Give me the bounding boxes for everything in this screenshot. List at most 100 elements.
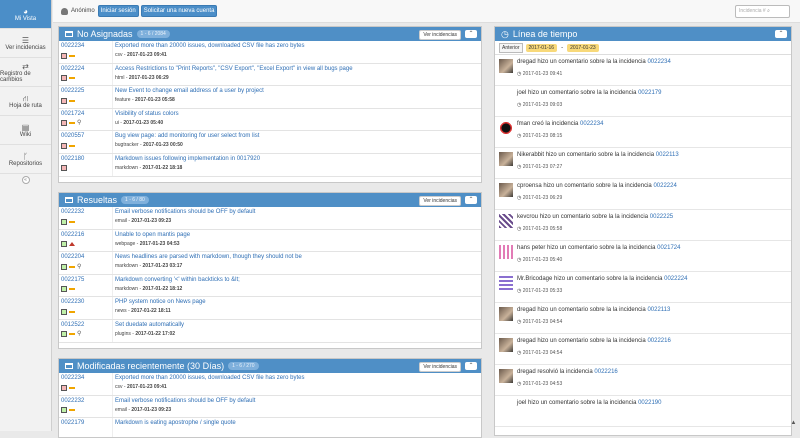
- search-icon: ⌕: [767, 8, 770, 14]
- timeline-nav: Anterior 2017-01-16 - 2017-01-23: [495, 41, 791, 55]
- issue-id-link[interactable]: 0022232: [61, 209, 112, 216]
- timeline-issue-link[interactable]: 0022234: [580, 121, 603, 127]
- issue-summary-link[interactable]: News headlines are parsed with markdown,…: [115, 254, 481, 261]
- issue-cell: 0022204⚲: [59, 252, 113, 274]
- issue-cell: 0022225: [59, 86, 113, 108]
- view-issues-button[interactable]: Ver incidencias: [419, 362, 461, 372]
- timeline-header: ◷ Línea de tiempo ⌃: [495, 27, 791, 41]
- issue-id-link[interactable]: 0022204: [61, 254, 112, 261]
- issue-summary-link[interactable]: Exported more than 20000 issues, downloa…: [115, 43, 481, 50]
- issue-id-link[interactable]: 0022175: [61, 277, 112, 284]
- issue-summary-link[interactable]: Markdown is eating apostrophe / single q…: [115, 420, 481, 427]
- priority-icon: [69, 77, 75, 79]
- timeline-text: cproensa hizo un comentario sobre la la …: [517, 183, 677, 190]
- status-icon: [61, 241, 67, 247]
- issue-meta: feature - 2017-01-23 05:58: [115, 97, 481, 103]
- issue-icons: [61, 384, 112, 391]
- sidebar-item-repositorios[interactable]: ᚴRepositorios: [0, 145, 51, 174]
- list-icon: [65, 363, 73, 369]
- sidebar-item-mi-vista[interactable]: ◕Mi Vista: [0, 0, 51, 29]
- issue-id-link[interactable]: 0022234: [61, 43, 112, 50]
- collapse-button[interactable]: ⌃: [465, 362, 477, 370]
- table-row: 0022232Email verbose notifications shoul…: [59, 396, 481, 419]
- timeline-issue-link[interactable]: 0022113: [647, 307, 670, 313]
- timeline-issue-link[interactable]: 0022225: [650, 214, 673, 220]
- issue-id-link[interactable]: 0012522: [61, 322, 112, 329]
- sidebar-item-registro-de-cambios[interactable]: ⇄Registro de cambios: [0, 58, 51, 87]
- issue-date: 2017-01-22 18:12: [143, 286, 183, 292]
- timeline-issue-link[interactable]: 0022234: [647, 59, 670, 65]
- collapse-button[interactable]: ⌃: [465, 196, 477, 204]
- issue-summary-link[interactable]: Set duedate automatically: [115, 322, 481, 329]
- issue-summary-link[interactable]: Email verbose notifications should be OF…: [115, 209, 481, 216]
- timeline-issue-link[interactable]: 0022224: [664, 276, 687, 282]
- issue-id-link[interactable]: 0022216: [61, 232, 112, 239]
- issue-summary-link[interactable]: Visibility of status colors: [115, 111, 481, 118]
- login-button[interactable]: Iniciar sesión: [98, 5, 139, 17]
- avatar: [499, 338, 513, 352]
- sidebar-collapse-button[interactable]: «: [0, 174, 51, 186]
- issue-summary-link[interactable]: Bug view page: add monitoring for user s…: [115, 133, 481, 140]
- timeline-issue-link[interactable]: 0021724: [657, 245, 680, 251]
- timeline-user: Mr.Bricodage: [517, 276, 552, 282]
- issue-summary-link[interactable]: PHP system notice on News page: [115, 299, 481, 306]
- list-icon: ☰: [22, 36, 29, 45]
- issue-cell: 0020557: [59, 131, 113, 153]
- timeline-user: cproensa: [517, 183, 542, 189]
- issue-id-link[interactable]: 0022230: [61, 299, 112, 306]
- timeline-action: resolvió la incidencia: [537, 369, 592, 375]
- timeline-issue-link[interactable]: 0022113: [656, 152, 679, 158]
- sidebar-item-hoja-de-ruta[interactable]: ⛙Hoja de ruta: [0, 87, 51, 116]
- previous-button[interactable]: Anterior: [499, 43, 523, 53]
- issue-id-link[interactable]: 0022180: [61, 156, 112, 163]
- issue-category: plugins: [115, 331, 131, 337]
- sidebar-item-label: Ver incidencias: [5, 45, 45, 51]
- issue-summary-link[interactable]: Markdown converting '<' within backticks…: [115, 277, 481, 284]
- timeline-issue-link[interactable]: 0022190: [638, 400, 661, 406]
- issue-id-link[interactable]: 0022179: [61, 420, 112, 427]
- issue-id-link[interactable]: 0022232: [61, 398, 112, 405]
- road-icon: ⛙: [23, 94, 29, 103]
- timeline-issue-link[interactable]: 0022216: [647, 338, 670, 344]
- issue-summary-link[interactable]: Email verbose notifications should be OF…: [115, 398, 481, 405]
- issue-id-link[interactable]: 0022234: [61, 375, 112, 382]
- issue-id-link[interactable]: 0020557: [61, 133, 112, 140]
- collapse-button[interactable]: ⌃: [775, 30, 787, 38]
- issue-meta: email - 2017-01-23 09:23: [115, 407, 481, 413]
- sidebar-item-ver-incidencias[interactable]: ☰Ver incidencias: [0, 29, 51, 58]
- avatar: [499, 276, 513, 290]
- issue-summary-link[interactable]: Markdown issues following implementation…: [115, 156, 481, 163]
- scroll-up-icon[interactable]: ▲: [790, 420, 797, 427]
- timeline-user: joel: [517, 90, 526, 96]
- timeline-date: 2017-01-23 04:54: [517, 350, 671, 356]
- priority-icon: [69, 333, 75, 335]
- view-issues-button[interactable]: Ver incidencias: [419, 196, 461, 206]
- issue-id-link[interactable]: 0021724: [61, 111, 112, 118]
- issue-id-link[interactable]: 0022224: [61, 66, 112, 73]
- issue-summary-link[interactable]: New Event to change email address of a u…: [115, 88, 481, 95]
- avatar: [499, 152, 513, 166]
- issue-summary-link[interactable]: Access Restrictions to "Print Reports", …: [115, 66, 481, 73]
- issue-date: 2017-01-22 18:18: [143, 165, 183, 171]
- issue-summary-link[interactable]: Unable to open mantis page: [115, 232, 481, 239]
- status-icon: [61, 331, 67, 337]
- panel-title: No Asignadas: [77, 29, 133, 39]
- issue-meta: markdown - 2017-01-22 18:12: [115, 286, 481, 292]
- issue-id-link[interactable]: 0022225: [61, 88, 112, 95]
- issue-summary-link[interactable]: Exported more than 20000 issues, downloa…: [115, 375, 481, 382]
- summary-cell: Exported more than 20000 issues, downloa…: [113, 41, 481, 63]
- issue-meta: csv - 2017-01-23 09:41: [115, 384, 481, 390]
- sidebar-item-wiki[interactable]: ▤Wiki: [0, 116, 51, 145]
- issue-search-input[interactable]: Incidencia # ⌕: [735, 5, 790, 18]
- table-row: 0012522⚲Set duedate automatically plugins…: [59, 320, 481, 343]
- signup-button[interactable]: Solicitar una nueva cuenta: [141, 5, 218, 17]
- timeline-action: hizo un comentario sobre la la incidenci…: [554, 276, 662, 282]
- timeline-issue-link[interactable]: 0022179: [638, 90, 661, 96]
- collapse-button[interactable]: ⌃: [465, 30, 477, 38]
- issue-cell: 0012522⚲: [59, 320, 113, 342]
- summary-cell: Unable to open mantis pagewebpage - 2017…: [113, 230, 481, 252]
- timeline-issue-link[interactable]: 0022224: [653, 183, 676, 189]
- view-issues-button[interactable]: Ver incidencias: [419, 30, 461, 40]
- timeline-issue-link[interactable]: 0022216: [594, 369, 617, 375]
- priority-icon: [69, 100, 75, 102]
